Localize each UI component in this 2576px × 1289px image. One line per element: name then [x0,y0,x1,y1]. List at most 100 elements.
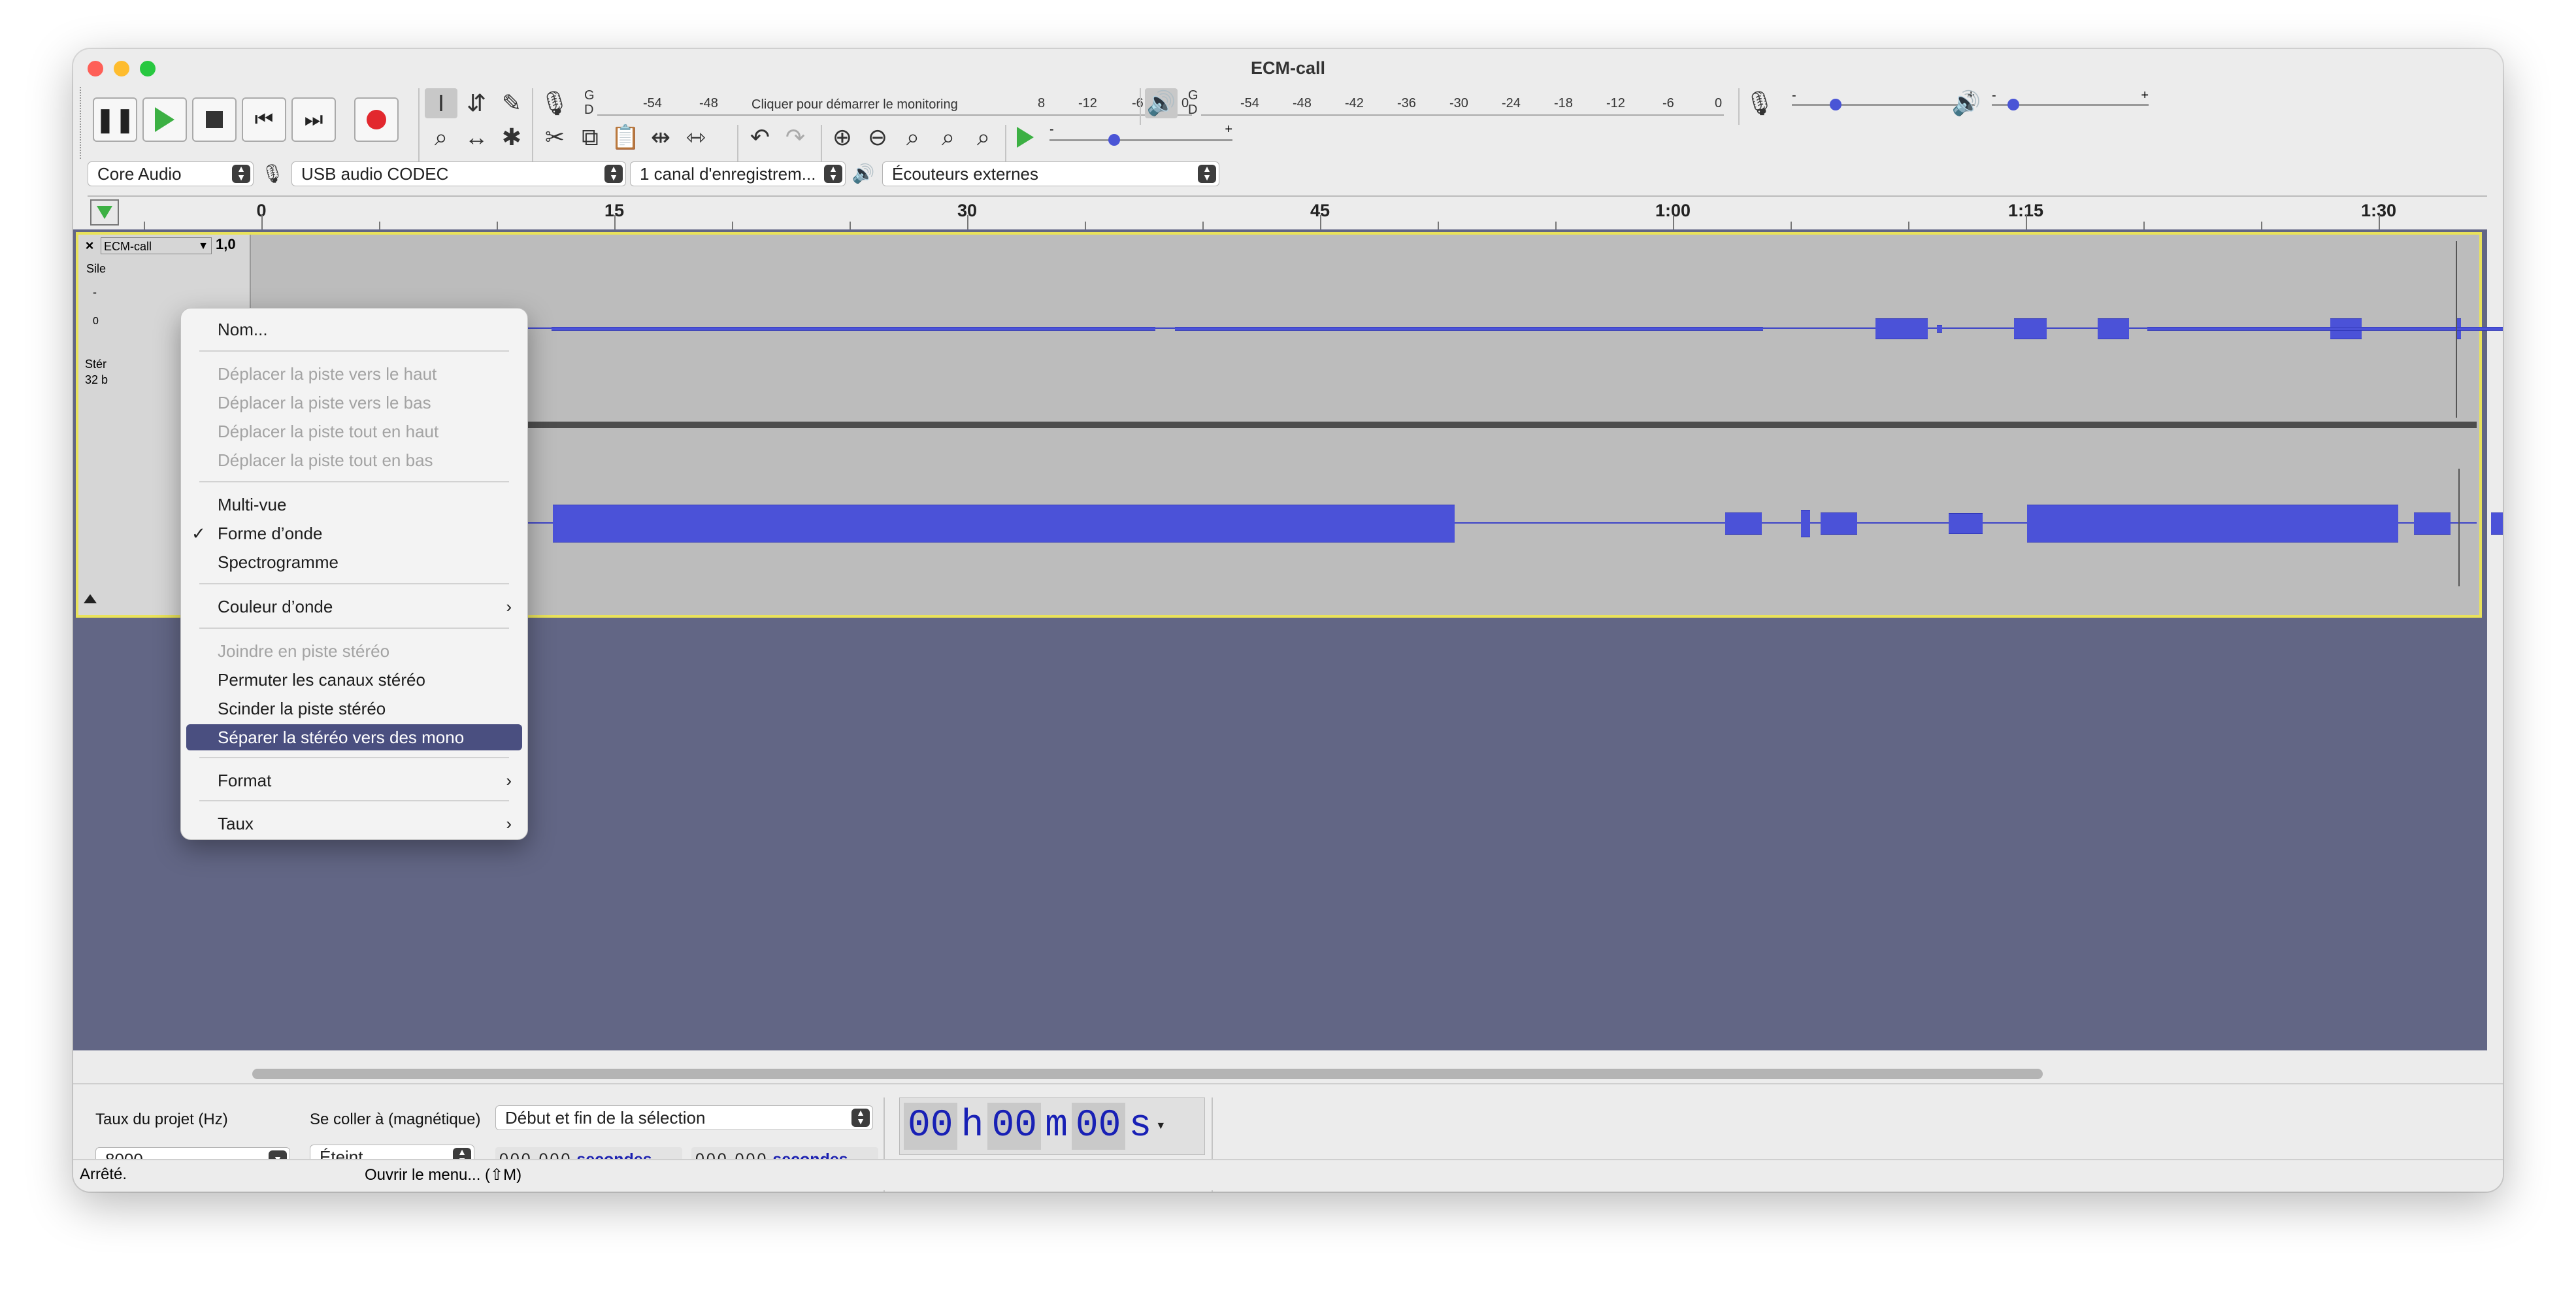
record-volume-slider[interactable]: - + [1792,88,1975,116]
record-meter[interactable]: G D -54 -48 Cliquer pour démarrer le mon… [584,88,1198,117]
waveform-clip [2414,512,2451,535]
waveform-clip [1949,513,1983,534]
skip-to-start-button[interactable]: ⏮ [242,97,286,142]
slider-max-label: + [2141,88,2149,103]
input-device-select[interactable]: USB audio CODEC ▲ ▼ [291,161,626,186]
trim-icon[interactable]: ⇹ [644,122,677,152]
menu-item-label: Couleur d’onde [218,597,333,616]
output-speaker-icon: 🔊 [851,163,875,184]
selection-tool-icon[interactable]: I [425,88,457,118]
menu-item[interactable]: Séparer la stéréo vers des mono [186,724,522,750]
envelope-tool-icon[interactable]: ⇵ [460,88,493,118]
waveform-clip [2491,512,2503,535]
meter-tick: -12 [1078,96,1097,110]
ruler-tick [1791,222,1792,229]
draw-tool-icon[interactable]: ✎ [495,88,528,118]
menu-item[interactable]: Permuter les canaux stéréo [186,667,522,693]
play-button[interactable] [142,97,187,142]
playhead-line [2456,241,2457,418]
audio-position-display[interactable]: 00 h 00 m 00 s ▼ [899,1097,1205,1155]
speaker-icon[interactable]: 🔊 [1145,88,1178,118]
undo-icon[interactable]: ↶ [744,122,776,152]
menu-item[interactable]: Format › [186,767,522,794]
slider-thumb[interactable] [2007,99,2019,110]
slider-thumb[interactable] [1108,134,1120,146]
right-channel-waveform[interactable] [252,429,2503,615]
left-channel-waveform[interactable] [252,235,2503,420]
menu-item[interactable]: Couleur d’onde › [186,594,522,620]
horizontal-scrollbar[interactable] [73,1066,2487,1083]
meter-tick: -30 [1449,96,1468,110]
menu-item[interactable]: Taux › [186,811,522,837]
chevron-down-icon[interactable]: ▼ [1155,1120,1166,1132]
timeline-options-button[interactable] [90,199,119,226]
snap-label: Se coller à (magnétique) [310,1111,481,1128]
menu-separator [199,583,509,584]
slider-min-label: - [1049,122,1054,137]
meter-tick: -18 [1554,96,1573,110]
menu-item: Déplacer la piste tout en haut [186,418,522,444]
fit-selection-icon[interactable]: ⌕ [897,122,929,152]
record-button[interactable] [354,97,399,142]
copy-icon[interactable]: ⧉ [574,122,606,152]
timeshift-tool-icon[interactable]: ↔ [460,122,493,152]
minutes-unit: m [1045,1105,1068,1147]
ruler-tick [732,222,733,229]
close-track-icon[interactable]: × [81,237,98,254]
selection-mode-select[interactable]: Début et fin de la sélection ▲ ▼ [495,1105,873,1130]
menu-item[interactable]: Spectrogramme [186,549,522,575]
waveform-clip [2027,505,2398,543]
scrollbar-thumb[interactable] [252,1069,2043,1079]
hours-unit: h [961,1105,984,1147]
chevron-down-icon: ▼ [198,241,208,252]
skip-to-end-button[interactable]: ⏭ [291,97,336,142]
paste-icon[interactable]: 📋 [609,122,642,152]
audio-host-value: Core Audio [97,164,182,184]
meter-tick: -54 [643,96,662,110]
fit-project-icon[interactable]: ⌕ [932,122,965,152]
input-device-value: USB audio CODEC [301,164,449,184]
playback-meter[interactable]: G D -54 -48 -42 -36 -30 -24 -18 -12 -6 0 [1188,88,1802,117]
zoom-out-icon[interactable]: ⊖ [861,122,894,152]
zoom-in-icon[interactable]: ⊕ [826,122,859,152]
mute-button[interactable]: Sile [86,262,106,276]
ruler-tick [261,215,263,229]
menu-item: Déplacer la piste tout en bas [186,447,522,473]
menu-item[interactable]: Scinder la piste stéréo [186,695,522,722]
collapse-track-icon[interactable] [84,594,97,603]
chevron-right-icon: › [506,771,512,790]
timeline-ruler[interactable]: 0 15 30 45 1:00 1:15 1:30 [88,195,2487,231]
track-name-menu[interactable]: ECM-call ▼ [101,237,212,254]
cut-icon[interactable]: ✂ [538,122,571,152]
menu-item[interactable]: Forme d’onde ✓ [186,520,522,546]
output-device-select[interactable]: Écouteurs externes ▲ ▼ [882,161,1219,186]
menu-item-label: Forme d’onde [218,524,323,543]
output-device-value: Écouteurs externes [892,164,1039,184]
zoom-tool-icon[interactable]: ⌕ [425,122,457,152]
track-context-menu[interactable]: Nom... Déplacer la piste vers le haut Dépl… [180,308,528,840]
menu-item[interactable]: Nom... [186,316,522,343]
slider-thumb[interactable] [1830,99,1841,110]
playback-volume-slider[interactable]: - + [1992,88,2149,116]
menu-separator [199,350,509,352]
play-speed-slider[interactable]: - + [1049,122,1232,150]
track-info-bits: 32 b [85,373,108,386]
app-window: ECM-call ❚❚ ⏮ ⏭ I ⇵ ✎ ⌕ ↔ ✱ 🎙 G D -54 -4… [73,49,2503,1192]
multi-tool-icon[interactable]: ✱ [495,122,528,152]
play-at-speed-icon[interactable] [1009,122,1042,152]
silence-icon[interactable]: ⇿ [680,122,712,152]
redo-icon[interactable]: ↷ [779,122,812,152]
toolbar-grip[interactable] [80,87,93,159]
menu-item[interactable]: Multi-vue [186,492,522,518]
record-meter-hint[interactable]: Cliquer pour démarrer le monitoring [751,97,958,112]
zoom-toggle-icon[interactable]: ⌕ [967,122,1000,152]
channels-select[interactable]: 1 canal d'enregistrem... ▲ ▼ [630,161,846,186]
meter-tick: -48 [699,96,718,110]
pause-button[interactable]: ❚❚ [93,97,137,142]
stop-icon [206,111,223,128]
microphone-icon[interactable]: 🎙 [538,88,571,118]
audio-host-select[interactable]: Core Audio ▲ ▼ [88,161,254,186]
seconds-unit: s [1129,1105,1152,1147]
stop-button[interactable] [192,97,237,142]
play-icon [155,107,174,132]
